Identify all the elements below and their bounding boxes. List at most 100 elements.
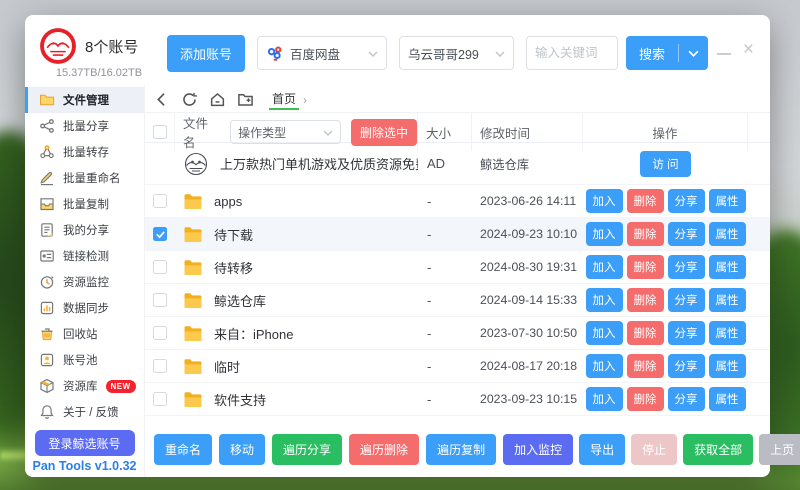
table-row[interactable]: 临时-2024-08-17 20:18加入删除分享属性	[145, 350, 770, 383]
delete-selected-button[interactable]: 删除选中	[351, 119, 417, 146]
recycle-icon	[39, 326, 55, 342]
sidebar-item-copy[interactable]: 批量复制	[25, 191, 144, 217]
row-action-delete-button[interactable]: 删除	[627, 354, 664, 378]
account-select[interactable]: 乌云哥哥299	[399, 36, 514, 70]
table-row[interactable]: 来自：iPhone-2023-07-30 10:50加入删除分享属性	[145, 317, 770, 350]
table-row[interactable]: 鲸选仓库-2024-09-14 15:33加入删除分享属性	[145, 284, 770, 317]
row-action-attrs-button[interactable]: 属性	[709, 321, 746, 345]
row-action-attrs-button[interactable]: 属性	[709, 255, 746, 279]
row-action-share-button[interactable]: 分享	[668, 321, 705, 345]
row-checkbox[interactable]	[153, 293, 167, 307]
file-name[interactable]: 临时	[214, 357, 240, 376]
row-action-delete-button[interactable]: 删除	[627, 387, 664, 411]
row-action-add-button[interactable]: 加入	[586, 222, 623, 246]
export-button[interactable]: 导出	[579, 434, 625, 465]
row-action-attrs-button[interactable]: 属性	[709, 354, 746, 378]
row-action-attrs-button[interactable]: 属性	[709, 288, 746, 312]
ad-visit-button[interactable]: 访 问	[640, 151, 690, 177]
row-action-attrs-button[interactable]: 属性	[709, 189, 746, 213]
traverse-delete-button[interactable]: 遍历删除	[349, 434, 419, 465]
search-input[interactable]	[526, 36, 618, 70]
row-action-share-button[interactable]: 分享	[668, 354, 705, 378]
file-name[interactable]: 待转移	[214, 258, 253, 277]
table-row[interactable]: 待转移-2024-08-30 19:31加入删除分享属性	[145, 251, 770, 284]
sidebar-item-rename[interactable]: 批量重命名	[25, 165, 144, 191]
file-name[interactable]: 软件支持	[214, 390, 266, 409]
operation-type-select[interactable]: 操作类型	[230, 120, 341, 144]
file-name[interactable]: 来自：iPhone	[214, 324, 293, 343]
row-action-add-button[interactable]: 加入	[586, 255, 623, 279]
row-action-add-button[interactable]: 加入	[586, 387, 623, 411]
table-row[interactable]: 待下载-2024-09-23 10:10加入删除分享属性	[145, 218, 770, 251]
traverse-copy-button[interactable]: 遍历复制	[426, 434, 496, 465]
login-jingxuan-button[interactable]: 登录鲸选账号	[35, 430, 135, 456]
row-action-add-button[interactable]: 加入	[586, 288, 623, 312]
file-name[interactable]: 鲸选仓库	[214, 291, 266, 310]
search-dropdown-chevron-icon[interactable]	[679, 50, 708, 57]
sidebar-item-about[interactable]: 关于 / 反馈	[25, 399, 144, 425]
row-action-delete-button[interactable]: 删除	[627, 255, 664, 279]
add-monitor-button[interactable]: 加入监控	[503, 434, 573, 465]
get-all-button[interactable]: 获取全部	[683, 434, 753, 465]
move-button[interactable]: 移动	[219, 434, 265, 465]
row-action-share-button[interactable]: 分享	[668, 288, 705, 312]
sidebar-item-linkcheck[interactable]: 链接检测	[25, 243, 144, 269]
table-row[interactable]: 软件支持-2023-09-23 10:15加入删除分享属性	[145, 383, 770, 416]
row-action-share-button[interactable]: 分享	[668, 222, 705, 246]
ad-text[interactable]: 上万款热门单机游戏及优质资源免费下	[220, 154, 418, 173]
folder-icon	[183, 292, 203, 309]
row-action-add-button[interactable]: 加入	[586, 354, 623, 378]
row-action-share-button[interactable]: 分享	[668, 387, 705, 411]
row-action-add-button[interactable]: 加入	[586, 189, 623, 213]
sidebar-item-pool[interactable]: 账号池	[25, 347, 144, 373]
row-checkbox[interactable]	[153, 326, 167, 340]
row-action-share-button[interactable]: 分享	[668, 189, 705, 213]
add-account-button[interactable]: 添加账号	[167, 35, 245, 72]
sidebar-item-transfer[interactable]: 批量转存	[25, 139, 144, 165]
breadcrumb-home[interactable]: 首页	[269, 89, 299, 110]
sidebar-item-recycle[interactable]: 回收站	[25, 321, 144, 347]
file-name[interactable]: apps	[214, 194, 242, 209]
stop-button[interactable]: 停止	[631, 434, 677, 465]
row-action-delete-button[interactable]: 删除	[627, 288, 664, 312]
refresh-icon[interactable]	[181, 91, 198, 108]
minimize-icon[interactable]	[717, 53, 731, 55]
search-button-label[interactable]: 搜索	[626, 44, 678, 63]
sidebar-item-sync[interactable]: 数据同步	[25, 295, 144, 321]
back-icon[interactable]	[153, 91, 170, 108]
select-all-checkbox[interactable]	[153, 125, 167, 139]
breadcrumb[interactable]: 首页 ›	[269, 89, 307, 110]
modified-time: 2024-08-17 20:18	[472, 359, 583, 373]
row-action-attrs-button[interactable]: 属性	[709, 222, 746, 246]
row-action-share-button[interactable]: 分享	[668, 255, 705, 279]
close-icon[interactable]: ×	[743, 43, 754, 57]
prev-page-button[interactable]: 上页	[759, 434, 800, 465]
row-action-delete-button[interactable]: 删除	[627, 222, 664, 246]
row-checkbox[interactable]	[153, 227, 167, 241]
search-split-button[interactable]: 搜索	[626, 36, 708, 70]
rename-button[interactable]: 重命名	[154, 434, 212, 465]
platform-select[interactable]: 百度网盘	[257, 36, 387, 70]
operation-type-value: 操作类型	[238, 124, 286, 141]
row-checkbox[interactable]	[153, 392, 167, 406]
row-action-delete-button[interactable]: 删除	[627, 189, 664, 213]
ad-row[interactable]: 上万款热门单机游戏及优质资源免费下 AD 鲸选仓库 访 问	[145, 143, 770, 185]
row-action-delete-button[interactable]: 删除	[627, 321, 664, 345]
file-size: -	[418, 293, 472, 308]
sidebar-item-resource[interactable]: 资源库NEW	[25, 373, 144, 399]
row-checkbox[interactable]	[153, 260, 167, 274]
row-action-add-button[interactable]: 加入	[586, 321, 623, 345]
file-name[interactable]: 待下载	[214, 225, 253, 244]
table-row[interactable]: apps-2023-06-26 14:11加入删除分享属性	[145, 185, 770, 218]
sidebar-item-monitor[interactable]: 资源监控	[25, 269, 144, 295]
home-icon[interactable]	[209, 91, 226, 108]
row-checkbox[interactable]	[153, 194, 167, 208]
traverse-share-button[interactable]: 遍历分享	[272, 434, 342, 465]
sidebar-item-folder[interactable]: 文件管理	[25, 87, 144, 113]
row-action-attrs-button[interactable]: 属性	[709, 387, 746, 411]
baidu-pan-icon	[266, 44, 284, 62]
sidebar-item-share[interactable]: 批量分享	[25, 113, 144, 139]
new-folder-icon[interactable]	[237, 91, 254, 108]
row-checkbox[interactable]	[153, 359, 167, 373]
sidebar-item-myshare[interactable]: 我的分享	[25, 217, 144, 243]
